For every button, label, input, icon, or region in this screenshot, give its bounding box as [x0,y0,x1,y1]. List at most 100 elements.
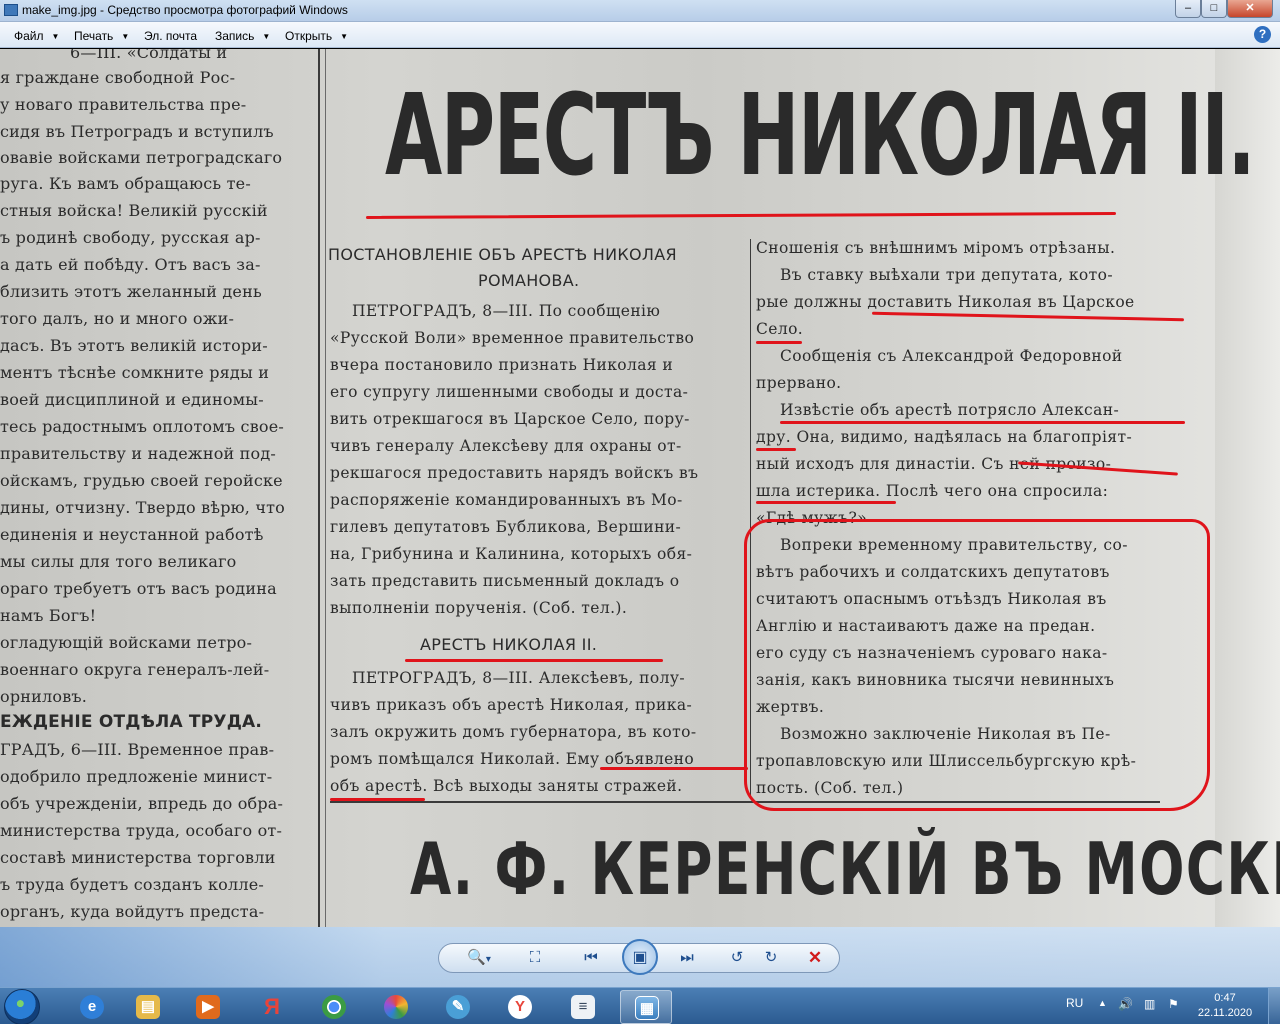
network-icon[interactable]: ▥ [1144,997,1155,1024]
text-line: орниловъ. [0,687,88,706]
action-center-icon[interactable]: ⚑ [1168,997,1179,1024]
text-line: воей дисциплиной и единомы- [0,390,264,409]
chevron-down-icon: ▼ [51,32,60,41]
clock-date: 22.11.2020 [1197,1007,1253,1019]
text-line: ПЕТРОГРАДЪ, 8—III. По сообщенiю [352,302,661,320]
taskbar-app[interactable]: e [66,990,118,1024]
text-line: прервано. [756,374,842,392]
rotate-clockwise-icon: ↻ [764,949,778,966]
text-line: залъ окружить домъ губернатора, въ кото- [330,723,697,741]
yandex-icon: Я [264,994,280,1019]
text-line: Извѣстiе объ арестѣ потрясло Алексан- [780,401,1120,419]
photo-viewer-icon: ▦ [635,996,659,1020]
main-headline: АРЕСТЪ НИКОЛАЯ II. [385,71,1256,201]
text-line: овавiе войсками петроградскаго [0,148,283,167]
menu-burn-label: Запись [215,29,255,43]
left-column: 6—III. «Солдаты и я граждане свободной Р… [0,49,318,927]
slideshow-button[interactable]: ▣ [622,939,658,975]
taskbar-app[interactable]: Я [246,990,298,1024]
article-subhead: АРЕСТЪ НИКОЛАЯ II. [420,635,598,654]
close-button[interactable]: ✕ [1227,0,1273,18]
text-line: руга. Къ вамъ обращаюсь те- [0,174,251,193]
show-desktop-button[interactable] [1268,988,1280,1024]
clock[interactable]: 0:47 22.11.2020 [1197,991,1253,1021]
chevron-down-icon: ▼ [262,32,271,41]
column-divider [318,49,320,927]
help-icon[interactable]: ? [1254,26,1271,43]
rotate-left-button[interactable]: ↺ [724,947,750,969]
image-viewport[interactable]: 6—III. «Солдаты и я граждане свободной Р… [0,49,1280,927]
text-line: вчера постановило признать Николая и [330,356,674,374]
text-line: ромъ помѣщался Николай. Ему объявлено [330,750,695,768]
text-line: вить отрекшагося въ Царское Село, пору- [330,410,690,428]
text-line: того далъ, но и много ожи- [0,309,235,328]
menu-email[interactable]: Эл. почта [144,29,197,43]
chrome-icon: ◉ [322,995,346,1019]
next-button[interactable]: ⏭ [674,947,700,969]
minimize-button[interactable]: – [1175,0,1201,18]
taskbar-app-active[interactable]: ▦ [620,990,672,1024]
previous-icon: ⏮ [584,949,598,966]
zoom-button[interactable]: 🔍▾ [462,947,496,969]
text-line: гилевъ депутатовъ Бубликова, Вершини- [330,518,682,536]
notepad-icon: ≡ [571,995,595,1019]
tray-expand-icon[interactable]: ▲ [1098,998,1107,1024]
taskbar-app[interactable]: ✿ [370,990,422,1024]
column-divider [325,49,326,927]
actual-size-button[interactable]: ⛶ [522,947,548,969]
taskbar-app[interactable]: ▤ [122,990,174,1024]
language-indicator[interactable]: RU [1066,996,1083,1024]
text-line: огладующiй войсками петро- [0,633,253,652]
previous-button[interactable]: ⏮ [578,947,604,969]
volume-icon[interactable]: 🔊 [1118,997,1133,1024]
internet-explorer-icon: e [80,995,104,1019]
clock-time: 0:47 [1214,992,1236,1004]
text-line: у новаго правительства пре- [0,95,247,114]
rotate-right-button[interactable]: ↻ [758,947,784,969]
menu-print[interactable]: Печать ▼ [74,29,129,43]
text-line: выполненiи порученiя. (Соб. тел.). [330,599,628,617]
viewer-toolbar: 🔍▾ ⛶ ⏮ ▣ ⏭ ↺ ↻ ✕ [0,927,1280,987]
slideshow-icon: ▣ [632,949,648,966]
text-line: министерства труда, особаго от- [0,821,283,840]
red-underline [600,767,748,770]
taskbar-app[interactable]: ◉ [308,990,360,1024]
chevron-down-icon: ▼ [121,32,130,41]
text-line: на, Грибунина и Калинина, которыхъ обя- [330,545,693,563]
menu-burn[interactable]: Запись ▼ [215,29,270,43]
text-line: распоряженiе командированныхъ въ Мо- [330,491,683,509]
taskbar-app[interactable]: ✎ [432,990,484,1024]
menu-print-label: Печать [74,29,114,43]
delete-icon: ✕ [807,948,823,967]
next-icon: ⏭ [680,949,694,966]
secondary-headline: А. Ф. КЕРЕНСКIЙ ВЪ МОСКВ [410,827,1280,911]
delete-button[interactable]: ✕ [802,947,828,969]
article-subhead: ПОСТАНОВЛЕНIЕ ОБЪ АРЕСТѢ НИКОЛАЯ [328,245,677,264]
title-bar: make_img.jpg - Средство просмотра фотогр… [0,0,1280,22]
text-line: дасъ. Въ этотъ великiй истори- [0,336,268,355]
text-line: одобрило предложенiе минист- [0,767,273,786]
text-line: ойскамъ, грудью своей геройске [0,471,283,490]
text-line: дру. Она, видимо, надѣялась на благопрiя… [756,428,1133,446]
text-line: шла истерика. Послѣ чего она спросила: [756,482,1109,500]
picasa-icon: ✿ [384,995,408,1019]
chevron-down-icon: ▾ [485,954,491,965]
text-line: рые должны доставить Николая въ Царское [756,293,1135,311]
taskbar-app[interactable]: ▶ [182,990,234,1024]
text-line: сидя въ Петроградъ и вступилъ [0,122,274,141]
text-line: ъ родинѣ свободу, русская ар- [0,228,261,247]
text-line: тесь радостнымъ оплотомъ свое- [0,417,285,436]
text-line: ментъ тѣснѣе сомкните ряды и [0,363,270,382]
start-button[interactable] [4,989,40,1024]
taskbar-app[interactable]: Y [494,990,546,1024]
paint-icon: ✎ [446,995,470,1019]
maximize-button[interactable]: □ [1201,0,1227,18]
menu-open[interactable]: Открыть ▼ [285,29,348,43]
text-line: чивъ генералу Алексѣеву для охраны от- [330,437,682,455]
text-line: дины, отчизну. Твердо вѣрю, что [0,498,286,517]
article-subhead: РОМАНОВА. [478,271,580,290]
rotate-counterclockwise-icon: ↺ [730,949,744,966]
menu-file[interactable]: Файл ▼ [14,29,59,43]
text-line: «Русской Воли» временное правительство [330,329,695,347]
taskbar-app[interactable]: ≡ [557,990,609,1024]
